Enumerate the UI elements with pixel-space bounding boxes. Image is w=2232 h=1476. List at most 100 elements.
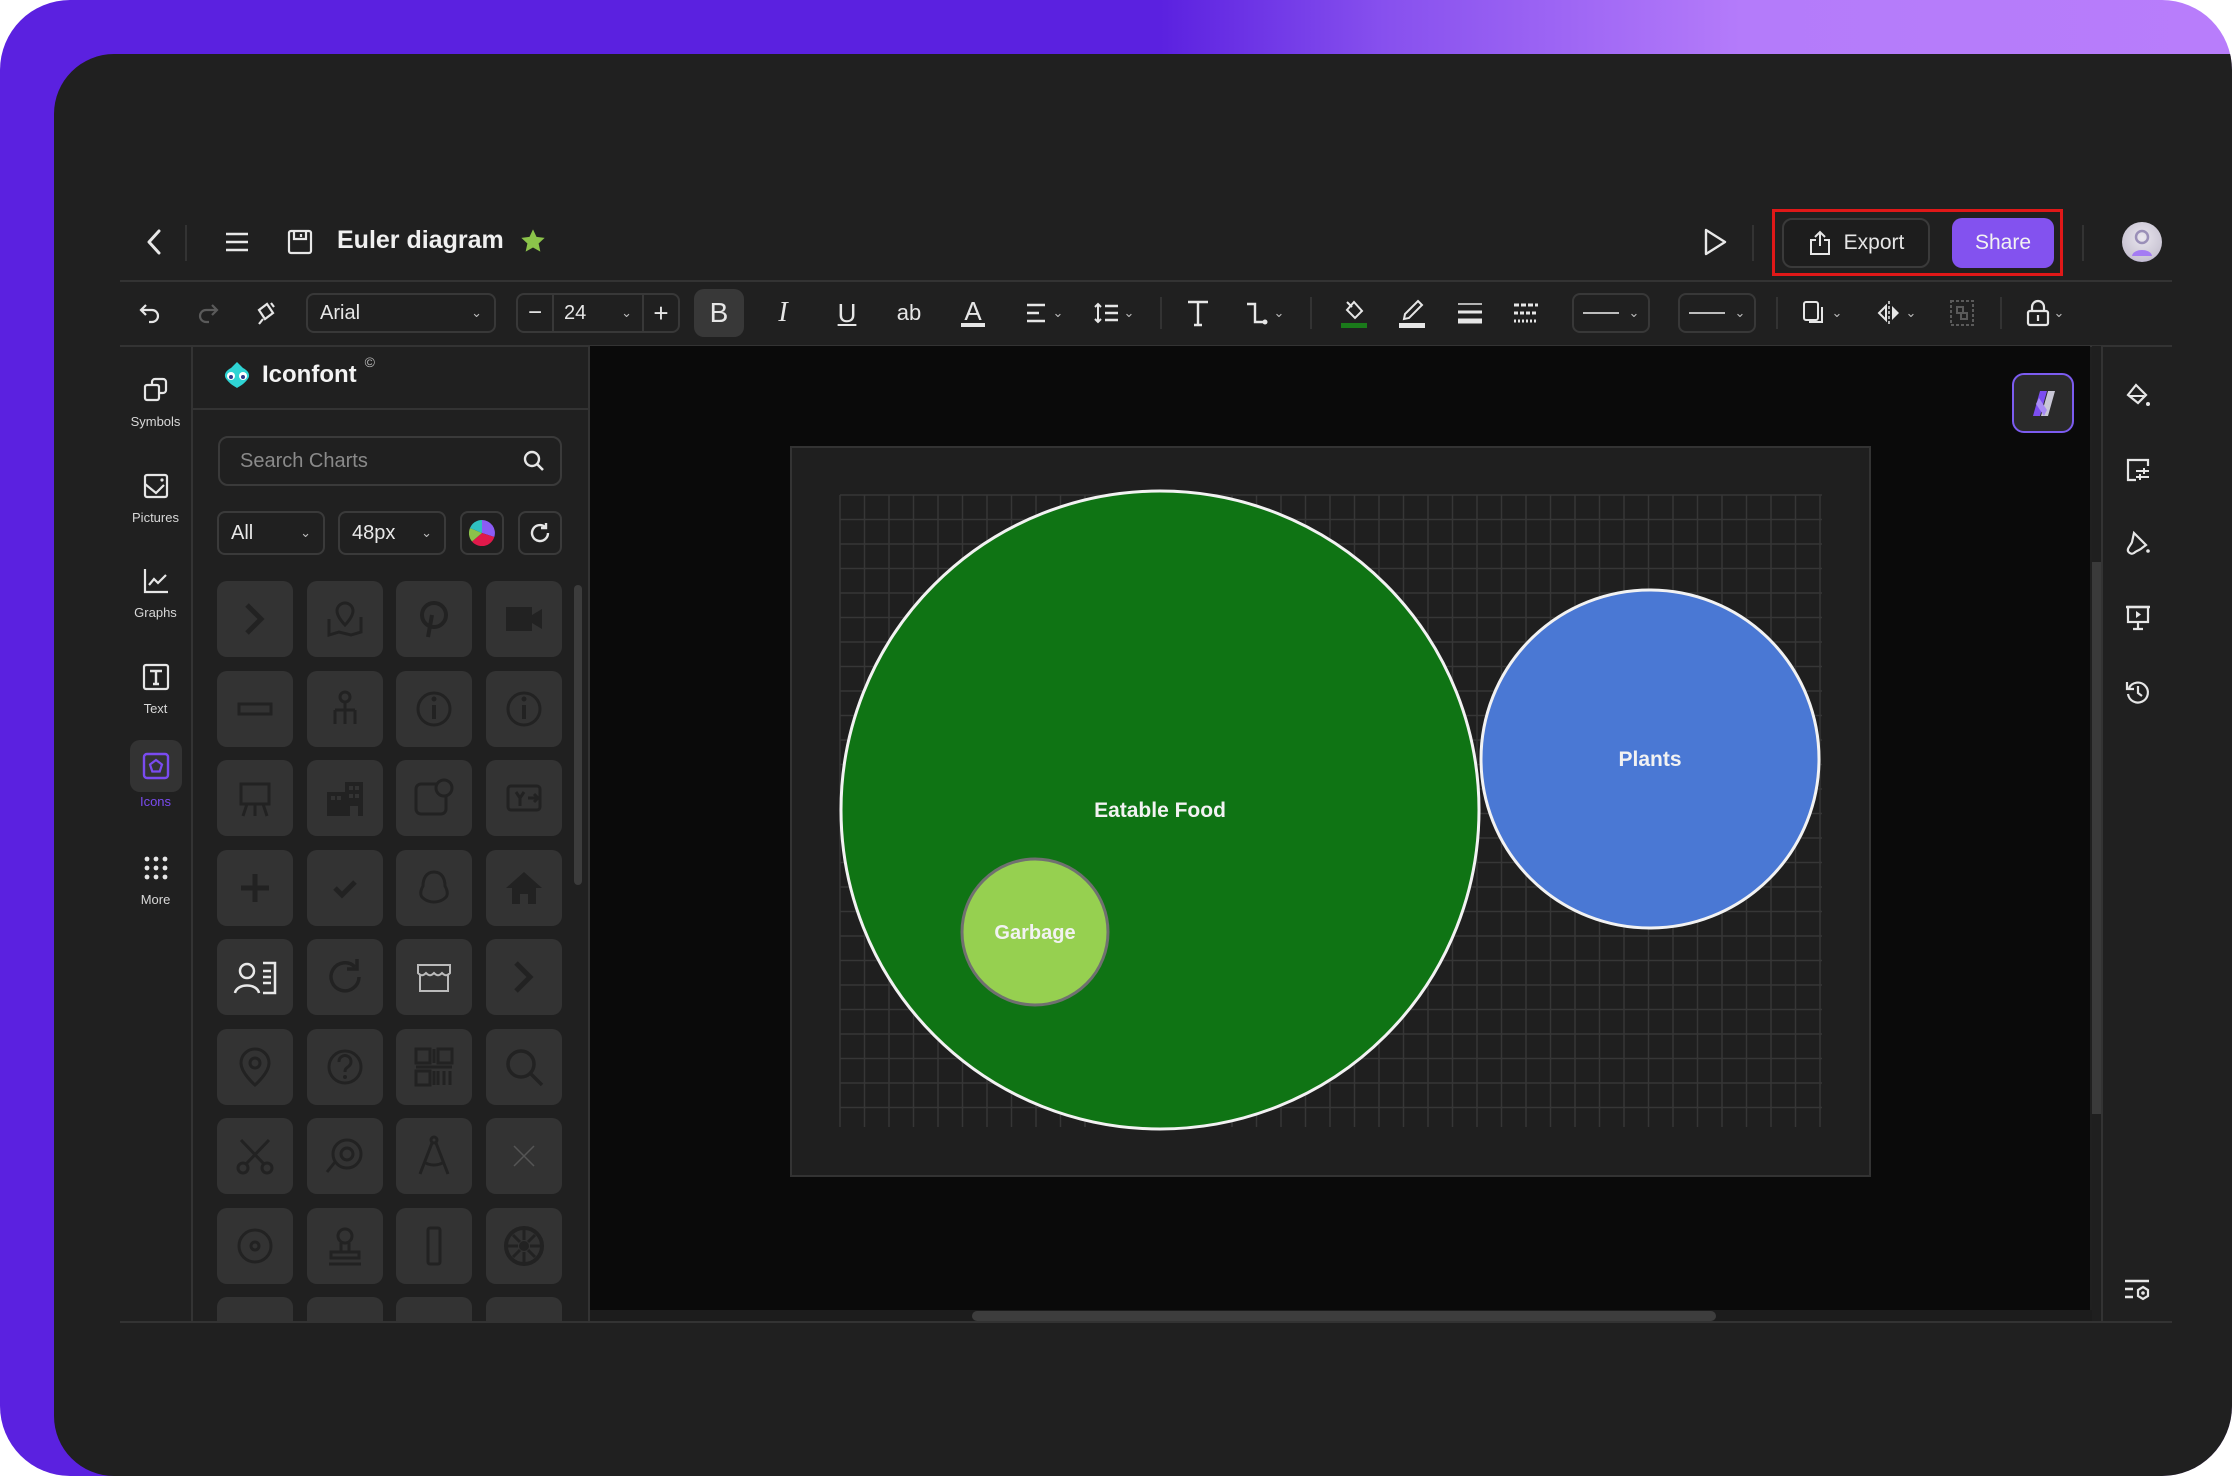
back-button[interactable] <box>136 222 172 262</box>
favorite-button[interactable] <box>518 226 548 256</box>
icon-tile-lasso[interactable] <box>306 1118 383 1194</box>
icon-tile-generic[interactable] <box>485 1297 562 1321</box>
icon-tile-refresh[interactable] <box>306 939 383 1015</box>
line-weight-button[interactable] <box>1450 293 1490 333</box>
icon-tile-search[interactable] <box>485 1028 562 1105</box>
canvas[interactable]: Eatable Food Plants Garbage <box>590 346 2090 1310</box>
icon-tile-stamp[interactable] <box>306 1207 383 1284</box>
icon-tile-easel[interactable] <box>217 760 293 836</box>
line-spacing-button[interactable]: ⌄ <box>1088 293 1140 333</box>
icon-tile-plus[interactable] <box>217 849 293 926</box>
line-weight-icon <box>1458 303 1482 324</box>
presentation-button[interactable] <box>2116 596 2160 640</box>
underline-button[interactable]: U <box>826 293 868 333</box>
icon-tile-buildings[interactable] <box>306 760 383 836</box>
icon-tile-org-chart[interactable] <box>306 670 383 747</box>
rail-item-icons[interactable]: Icons <box>120 740 191 809</box>
font-size-select[interactable]: 24 ⌄ <box>554 295 644 331</box>
icon-tile-info-circle[interactable] <box>485 670 562 747</box>
outline-settings-button[interactable] <box>2116 1268 2160 1312</box>
format-painter-icon <box>257 302 275 325</box>
icon-tile-chevron-right[interactable] <box>217 581 293 657</box>
italic-button[interactable]: I <box>762 293 804 333</box>
icon-size-select[interactable]: 48px ⌄ <box>338 511 446 555</box>
theme-button[interactable] <box>2116 522 2160 566</box>
format-painter-button[interactable] <box>248 293 284 333</box>
ai-assistant-button[interactable] <box>2012 373 2074 433</box>
icon-tile-disc[interactable] <box>217 1207 293 1284</box>
text-box-button[interactable] <box>1178 293 1218 333</box>
font-family-select[interactable]: Arial ⌄ <box>306 293 496 333</box>
font-color-button[interactable]: A <box>952 293 994 333</box>
undo-button[interactable] <box>132 293 168 333</box>
increase-font-size-button[interactable]: + <box>644 295 678 331</box>
lock-button[interactable]: ⌄ <box>2018 293 2072 333</box>
icon-tile-info-circle[interactable] <box>396 670 472 747</box>
line-end-select[interactable]: ⌄ <box>1678 293 1756 333</box>
line-start-select[interactable]: ⌄ <box>1572 293 1650 333</box>
icon-tile-pinterest[interactable] <box>396 581 472 657</box>
rail-item-pictures[interactable]: Pictures <box>120 460 191 525</box>
header-divider <box>1752 225 1754 261</box>
history-button[interactable] <box>2116 670 2160 714</box>
save-button[interactable] <box>282 222 318 262</box>
panel-scrollbar[interactable] <box>574 585 582 885</box>
category-filter-select[interactable]: All ⌄ <box>217 511 325 555</box>
icon-tile-location-pin[interactable] <box>217 1028 293 1105</box>
color-filter-button[interactable] <box>460 511 504 555</box>
line-color-button[interactable] <box>1392 293 1432 333</box>
icon-tile-map-pin[interactable] <box>306 581 383 657</box>
line-style-button[interactable] <box>1506 293 1546 333</box>
qq-penguin-icon <box>419 869 449 904</box>
label-plants[interactable]: Plants <box>1618 748 1681 771</box>
page-settings-button[interactable] <box>2116 448 2160 492</box>
decrease-font-size-button[interactable]: − <box>518 295 554 331</box>
search-icon[interactable] <box>522 449 546 473</box>
style-panel-button[interactable] <box>2116 374 2160 418</box>
icon-tile-yen-transfer[interactable] <box>485 760 562 836</box>
bold-button[interactable]: B <box>694 289 744 337</box>
icon-tile-close[interactable] <box>485 1118 562 1194</box>
icon-tile-generic[interactable] <box>396 1297 472 1321</box>
icon-tile-cylinder[interactable] <box>396 1207 472 1284</box>
arrange-button[interactable]: ⌄ <box>1796 293 1848 333</box>
user-avatar[interactable] <box>2122 222 2162 262</box>
fill-color-button[interactable] <box>1334 293 1374 333</box>
rail-item-graphs[interactable]: Graphs <box>120 555 191 620</box>
euler-diagram: Eatable Food Plants Garbage <box>790 446 1871 1177</box>
icon-tile-compass-drawing[interactable] <box>396 1118 472 1194</box>
connector-button[interactable]: ⌄ <box>1236 293 1292 333</box>
present-button[interactable] <box>1696 222 1734 262</box>
icon-tile-storefront[interactable] <box>396 939 472 1015</box>
main-menu-button[interactable] <box>218 222 256 262</box>
icon-tile-ruler[interactable] <box>217 670 293 747</box>
icon-tile-check[interactable] <box>306 849 383 926</box>
icon-tile-qr-code[interactable] <box>396 1028 472 1105</box>
icon-tile-home[interactable] <box>485 849 562 926</box>
align-button[interactable]: ⌄ <box>1018 293 1070 333</box>
icon-tile-generic[interactable] <box>217 1297 293 1321</box>
group-button[interactable] <box>1942 293 1982 333</box>
rail-item-more[interactable]: More <box>120 842 191 907</box>
label-eatable-food[interactable]: Eatable Food <box>1094 799 1226 822</box>
icon-tile-wallet-yen[interactable] <box>396 760 472 836</box>
search-input[interactable]: Search Charts <box>218 436 562 486</box>
redo-button[interactable] <box>190 293 226 333</box>
icon-tile-scissors[interactable] <box>217 1118 293 1194</box>
icon-tile-help-circle[interactable] <box>306 1028 383 1105</box>
document-title[interactable]: Euler diagram <box>337 226 504 255</box>
strikethrough-button[interactable]: ab <box>888 293 930 333</box>
horizontal-scrollbar-thumb[interactable] <box>972 1311 1716 1321</box>
rail-item-text[interactable]: Text <box>120 651 191 716</box>
hamburger-icon <box>226 232 248 252</box>
icon-tile-generic[interactable] <box>306 1297 383 1321</box>
icon-tile-video-camera[interactable] <box>485 581 562 657</box>
icon-tile-contact-card[interactable] <box>217 939 293 1015</box>
refresh-button[interactable] <box>518 511 562 555</box>
label-garbage[interactable]: Garbage <box>994 922 1075 944</box>
icon-tile-wheel[interactable] <box>485 1207 562 1284</box>
flip-button[interactable]: ⌄ <box>1870 293 1922 333</box>
rail-item-symbols[interactable]: Symbols <box>120 364 191 429</box>
icon-tile-chevron-right[interactable] <box>485 939 562 1015</box>
icon-tile-qq-penguin[interactable] <box>396 849 472 926</box>
